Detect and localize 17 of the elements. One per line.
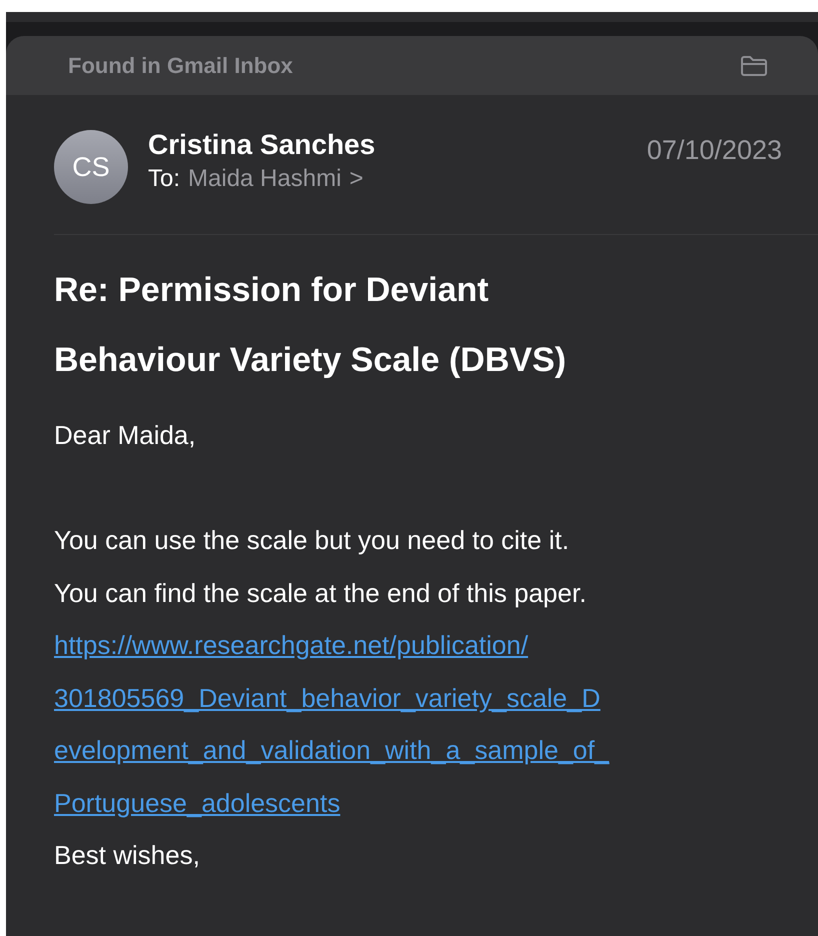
mailbox-label: Found in Gmail Inbox	[68, 52, 293, 78]
subject-line: Behaviour Variety Scale (DBVS)	[54, 340, 568, 381]
subject-line: Re: Permission for Deviant	[54, 270, 490, 311]
body-text: You can find the scale at the end of this paper.	[54, 576, 588, 610]
body-text: You can use the scale but you need to cite it.	[54, 524, 570, 557]
sender-name: Cristina Sanches	[148, 129, 376, 161]
body-text: Dear Maida,	[54, 419, 197, 452]
link[interactable]: Portuguese_adolescents	[54, 776, 340, 829]
link[interactable]: https://www.researchgate.net/publication/	[54, 619, 528, 672]
recipient-link[interactable]: Maida Hashmi >	[188, 165, 364, 193]
message-date: 07/10/2023	[646, 135, 782, 166]
link[interactable]: 301805569_Deviant_behavior_variety_scale_D	[54, 672, 600, 724]
body-text: Best wishes,	[54, 839, 201, 872]
sender-avatar: CS	[54, 130, 128, 204]
link[interactable]: evelopment_and_validation_with_a_sample_of_	[54, 724, 610, 776]
to-label: To:	[148, 165, 180, 193]
folder-icon[interactable]	[740, 54, 768, 76]
